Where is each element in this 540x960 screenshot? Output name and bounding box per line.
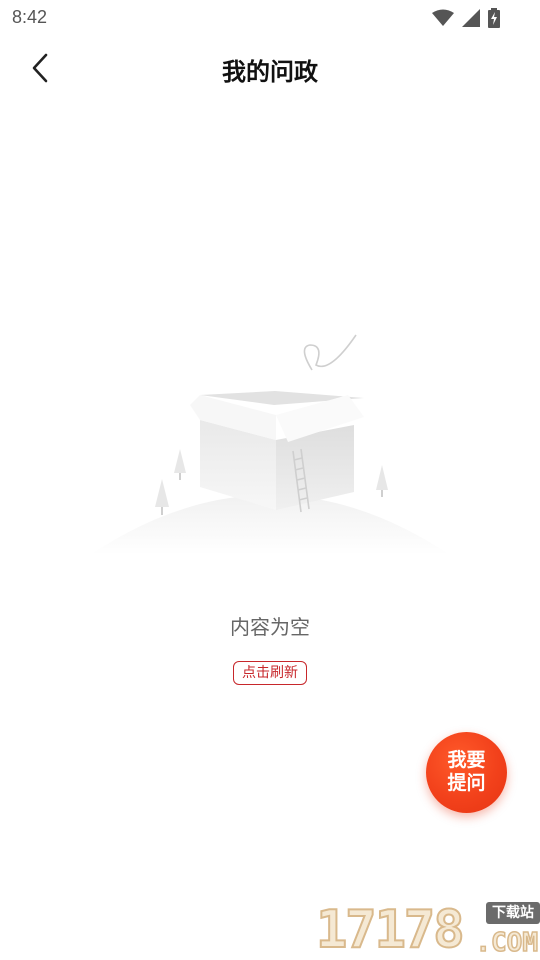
empty-box-illustration: [80, 325, 460, 570]
status-time: 8:42: [12, 7, 48, 27]
empty-message: 内容为空: [230, 615, 310, 639]
status-bar: 8:42: [0, 0, 540, 36]
fab-label-line1: 我要: [447, 749, 486, 771]
wifi-icon: [432, 9, 454, 31]
watermark-digits: 17178: [315, 899, 466, 960]
fab-label-line2: 提问: [447, 772, 486, 794]
ask-question-button[interactable]: 我要 提问: [426, 732, 507, 813]
app-header: 我的问政: [0, 36, 540, 102]
watermark-tag: 下载站: [486, 902, 540, 924]
page-title: 我的问政: [222, 58, 318, 86]
refresh-button[interactable]: 点击刷新: [233, 661, 307, 685]
status-icons: [432, 8, 500, 32]
watermark-logo: 17178 下载站 .COM: [315, 899, 540, 960]
watermark-suffix: .COM: [475, 927, 539, 959]
battery-charging-icon: [488, 8, 500, 32]
signal-icon: [462, 9, 480, 31]
